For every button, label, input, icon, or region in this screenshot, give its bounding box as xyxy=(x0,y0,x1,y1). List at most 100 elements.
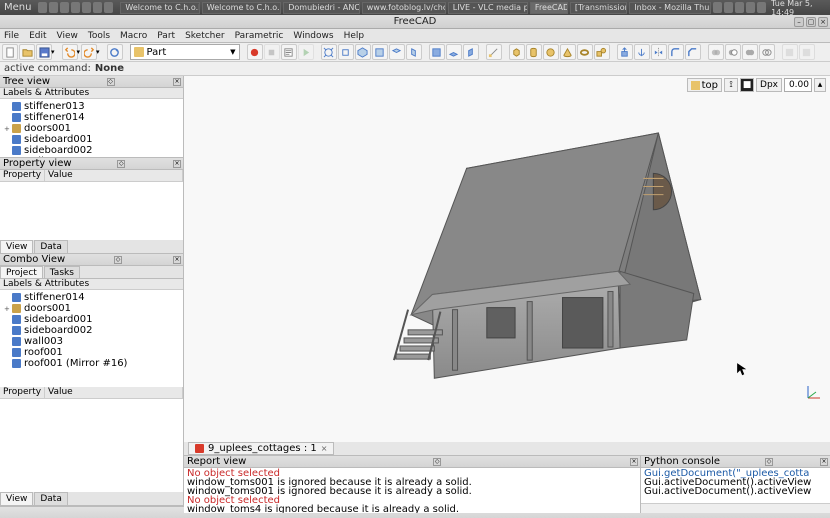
tab-data[interactable]: Data xyxy=(34,240,68,253)
mirror-button[interactable] xyxy=(651,44,667,60)
save-button[interactable] xyxy=(36,44,52,60)
bottom-view-button[interactable] xyxy=(446,44,462,60)
menu-macro[interactable]: Macro xyxy=(120,31,147,41)
cross-sections-button[interactable] xyxy=(799,44,815,60)
console-output[interactable]: Gui.getDocument("_uplees_cottaGui.active… xyxy=(641,468,830,497)
report-view-header[interactable]: Report view ◇ × xyxy=(184,456,640,468)
tab-tasks[interactable]: Tasks xyxy=(44,266,80,278)
part-primitives-button[interactable] xyxy=(594,44,610,60)
horizontal-scrollbar[interactable] xyxy=(641,503,830,513)
menu-view[interactable]: View xyxy=(57,31,78,41)
menu-help[interactable]: Help xyxy=(344,31,365,41)
tray-icon[interactable] xyxy=(746,2,755,13)
taskbar-button[interactable]: Welcome to C.h.o.L... xyxy=(120,2,199,14)
report-output[interactable]: No object selectedwindow_toms001 is igno… xyxy=(184,468,640,513)
left-view-button[interactable] xyxy=(463,44,479,60)
launcher-icon[interactable] xyxy=(82,2,91,13)
open-file-button[interactable] xyxy=(19,44,35,60)
property-grid[interactable] xyxy=(0,182,183,240)
fit-all-button[interactable] xyxy=(321,44,337,60)
panel-close-button[interactable]: × xyxy=(173,78,181,86)
property-view-header[interactable]: Property view ◇ × xyxy=(0,158,183,170)
top-view-button[interactable] xyxy=(389,44,405,60)
macro-list-button[interactable] xyxy=(281,44,297,60)
tree-item[interactable]: stiffener014 xyxy=(0,292,183,303)
tree-item[interactable]: sideboard002 xyxy=(0,325,183,336)
tree-item[interactable]: stiffener013 xyxy=(0,101,183,112)
macro-play-button[interactable] xyxy=(298,44,314,60)
redo-button[interactable] xyxy=(81,44,97,60)
menu-tools[interactable]: Tools xyxy=(88,31,110,41)
tree-item[interactable]: roof001 (Mirror #16) xyxy=(0,358,183,369)
launcher-icon[interactable] xyxy=(93,2,102,13)
document-tab[interactable]: 9_uplees_cottages : 1 × xyxy=(188,442,334,455)
rear-view-button[interactable] xyxy=(429,44,445,60)
launcher-icon[interactable] xyxy=(71,2,80,13)
maximize-button[interactable]: ▢ xyxy=(806,17,816,27)
tab-project[interactable]: Project xyxy=(0,266,43,278)
tray-icon[interactable] xyxy=(757,2,766,13)
cut-button[interactable] xyxy=(725,44,741,60)
taskbar-button[interactable]: FreeCAD xyxy=(530,2,568,14)
panel-float-button[interactable]: ◇ xyxy=(433,458,441,466)
macro-stop-button[interactable] xyxy=(264,44,280,60)
tray-icon[interactable] xyxy=(713,2,722,13)
tree-item[interactable]: roof001 xyxy=(0,347,183,358)
fillet-button[interactable] xyxy=(668,44,684,60)
taskbar-button[interactable]: Inbox - Mozilla Thun... xyxy=(629,2,711,14)
launcher-icon[interactable] xyxy=(104,2,113,13)
refresh-button[interactable] xyxy=(107,44,123,60)
union-button[interactable] xyxy=(742,44,758,60)
tree-item[interactable]: sideboard002 xyxy=(0,145,183,156)
revolve-button[interactable] xyxy=(634,44,650,60)
panel-close-button[interactable]: × xyxy=(630,458,638,466)
minimize-button[interactable]: – xyxy=(794,17,804,27)
right-view-button[interactable] xyxy=(406,44,422,60)
taskbar-button[interactable]: [Transmission] xyxy=(570,2,627,14)
part-torus-button[interactable] xyxy=(577,44,593,60)
axes-gizmo[interactable] xyxy=(804,382,824,402)
front-view-button[interactable] xyxy=(372,44,388,60)
tree-view[interactable]: stiffener013stiffener014+doors001 sideboa… xyxy=(0,99,183,157)
intersect-button[interactable] xyxy=(759,44,775,60)
tree-item[interactable]: wall003 xyxy=(0,336,183,347)
tree-item[interactable]: +doors001 xyxy=(0,303,183,314)
tree-item[interactable]: stiffener014 xyxy=(0,112,183,123)
macro-record-button[interactable] xyxy=(247,44,263,60)
panel-close-button[interactable]: × xyxy=(173,160,181,168)
tree-item[interactable]: +doors001 xyxy=(0,123,183,134)
combo-tree[interactable]: stiffener014+doors001sideboard001sideboa… xyxy=(0,290,183,387)
close-tab-button[interactable]: × xyxy=(321,444,328,453)
tab-view[interactable]: View xyxy=(0,240,33,253)
column-value[interactable]: Value xyxy=(45,387,183,398)
panel-float-button[interactable]: ◇ xyxy=(765,458,773,466)
taskbar-button[interactable]: Domubiedri - ANCLS xyxy=(283,2,360,14)
chamfer-button[interactable] xyxy=(685,44,701,60)
part-sphere-button[interactable] xyxy=(543,44,559,60)
section-button[interactable] xyxy=(782,44,798,60)
tree-item[interactable]: sideboard001 xyxy=(0,314,183,325)
menu-windows[interactable]: Windows xyxy=(293,31,333,41)
menu-sketcher[interactable]: Sketcher xyxy=(185,31,225,41)
measure-button[interactable] xyxy=(486,44,502,60)
column-property[interactable]: Property xyxy=(0,170,45,181)
tab-view[interactable]: View xyxy=(0,492,33,505)
menu-parametric[interactable]: Parametric xyxy=(235,31,284,41)
panel-close-button[interactable]: × xyxy=(173,256,181,264)
boolean-button[interactable] xyxy=(708,44,724,60)
tray-icon[interactable] xyxy=(724,2,733,13)
taskbar-button[interactable]: Welcome to C.h.o.L... xyxy=(202,2,281,14)
panel-float-button[interactable]: ◇ xyxy=(107,78,115,86)
axonometric-view-button[interactable] xyxy=(355,44,371,60)
close-button[interactable]: × xyxy=(818,17,828,27)
new-file-button[interactable] xyxy=(2,44,18,60)
tab-data[interactable]: Data xyxy=(34,492,68,505)
tray-icon[interactable] xyxy=(735,2,744,13)
menu-file[interactable]: File xyxy=(4,31,19,41)
workbench-selector[interactable]: Part ▼ xyxy=(130,44,240,60)
applications-menu[interactable]: Menu xyxy=(4,2,31,13)
undo-button[interactable] xyxy=(62,44,78,60)
column-property[interactable]: Property xyxy=(0,387,45,398)
taskbar-button[interactable]: www.fotoblog.lv/chol... xyxy=(362,2,446,14)
menu-part[interactable]: Part xyxy=(157,31,175,41)
